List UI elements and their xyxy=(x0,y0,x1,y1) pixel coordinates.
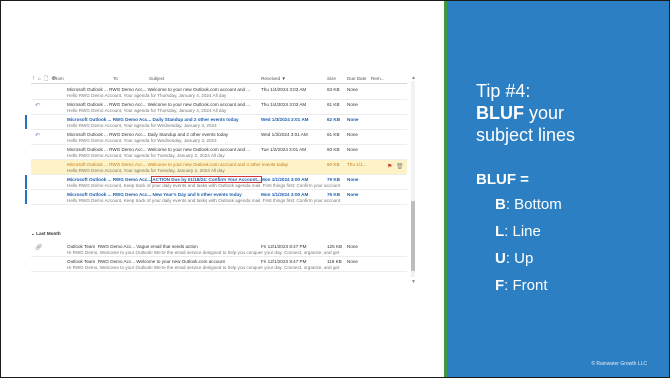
row-preview: Hello RWG Demo Account, Your agenda for … xyxy=(67,168,225,173)
row-received: Wed 1/3/2024 3:01 AM xyxy=(261,132,308,137)
row-due: None xyxy=(347,192,359,197)
scrollbar-thumb[interactable] xyxy=(411,201,415,271)
row-received: Wed 1/3/2024 3:01 AM xyxy=(261,117,309,122)
row-due: None xyxy=(347,117,359,122)
row-sender-subject: Microsoft Outlook ... RWG Demo Acc... We… xyxy=(67,87,251,92)
bluf-item-l: L: Line xyxy=(495,223,541,240)
vertical-scrollbar[interactable]: ▲ ▼ xyxy=(411,75,416,285)
row-received: Fri 12/1/2023 8:47 PM xyxy=(261,259,307,264)
action-subject-highlight: ACTION Due by 01/18/24: Confirm Your Acc… xyxy=(151,176,262,183)
bluf-heading: BLUF = xyxy=(476,171,529,188)
col-to[interactable]: To xyxy=(113,76,118,81)
col-size[interactable]: Size xyxy=(327,76,336,81)
row-size: 119 KB xyxy=(327,259,342,264)
row-due: None xyxy=(347,259,358,264)
row-due: None xyxy=(347,132,358,137)
scroll-down-icon[interactable]: ▼ xyxy=(411,279,416,285)
tip-line-2: BLUF your xyxy=(476,103,565,123)
delete-icon[interactable]: 🗑 xyxy=(396,163,404,170)
scroll-up-icon[interactable]: ▲ xyxy=(411,75,416,81)
reply-icon: ↶ xyxy=(35,103,41,109)
bluf-item-b: B: Bottom xyxy=(495,196,562,213)
row-size: 79 KB xyxy=(327,177,341,182)
row-received: Thu 1/4/2024 3:03 AM xyxy=(261,102,307,107)
group-header-last-month[interactable]: ⌄ Last Month xyxy=(31,231,407,239)
row-preview: Hi RWG Demo, Welcome to your Outlook! We… xyxy=(67,265,340,270)
message-list: ! ⌂ 🗋 ◎ From To Subject Received ▼ Size … xyxy=(25,75,416,285)
row-size: 62 KB xyxy=(327,117,341,122)
row-received: Mon 1/1/2024 3:00 AM xyxy=(261,177,309,182)
row-received: Fri 12/1/2023 8:47 PM xyxy=(261,244,307,249)
row-sender-subject: Microsoft Outlook ... RWG Demo Acc... Ne… xyxy=(67,192,242,197)
unread-marker xyxy=(25,190,27,204)
tip-title: Tip #4: BLUF your subject lines xyxy=(476,80,575,146)
row-sender-subject: Outlook Team RWG Demo Acc... Welcome to … xyxy=(67,259,225,264)
table-row[interactable]: Microsoft Outlook ... RWG Demo Acc... Da… xyxy=(25,115,407,130)
row-preview: Hello RWG Demo Account, Your agenda for … xyxy=(67,153,225,158)
unread-marker xyxy=(25,115,27,129)
row-sender-subject: Microsoft Outlook ... RWG Demo Acc... We… xyxy=(67,147,251,152)
table-row[interactable]: Microsoft Outlook ... RWG Demo Acc... We… xyxy=(31,145,407,160)
table-row[interactable]: ↶ Microsoft Outlook ... RWG Demo Acc... … xyxy=(31,100,407,115)
row-preview: Hi RWG Demo, Welcome to your Outlook! We… xyxy=(67,250,340,255)
bluf-item-f: F: Front xyxy=(495,277,548,294)
row-preview: Hello RWG Demo Account, Keep track of yo… xyxy=(67,198,341,203)
col-due-date[interactable]: Due Date xyxy=(347,76,366,81)
row-preview: Hello RWG Demo Account, Your agenda for … xyxy=(67,138,217,143)
row-sender-subject: Outlook Team RWG Demo Acc... Vague email… xyxy=(67,244,198,249)
col-from[interactable]: From xyxy=(53,76,64,81)
row-received: Tue 1/2/2024 3:01 AM xyxy=(261,147,307,152)
outlook-screenshot-panel: ! ⌂ 🗋 ◎ From To Subject Received ▼ Size … xyxy=(1,1,444,377)
tip-line-3: subject lines xyxy=(476,125,576,145)
row-received: Thu 1/4/2024 3:03 AM xyxy=(261,87,307,92)
row-due: None xyxy=(347,87,358,92)
row-sender-subject: Microsoft Outlook ... RWG Demo Acc... Da… xyxy=(67,132,229,137)
row-due: None xyxy=(347,244,358,249)
tip-panel: Tip #4: BLUF your subject lines BLUF = B… xyxy=(447,1,669,377)
row-size: 125 KB xyxy=(327,244,343,249)
reply-icon: ↶ xyxy=(35,133,41,139)
unread-marker xyxy=(25,175,27,189)
row-sender-subject: Microsoft Outlook ... RWG Demo Acc... Da… xyxy=(67,117,239,122)
row-due: None xyxy=(347,177,359,182)
row-size: 61 KB xyxy=(327,102,340,107)
row-size: 61 KB xyxy=(327,132,340,137)
row-preview: Hello RWG Demo Account, Your agenda for … xyxy=(67,108,227,113)
row-due: None xyxy=(347,147,358,152)
row-size: 60 KB xyxy=(327,147,340,152)
flag-icon[interactable]: ⚑ xyxy=(387,163,392,170)
col-reminder[interactable]: Rem... xyxy=(371,76,385,81)
row-sender-subject: Microsoft Outlook ... RWG Demo Acc... We… xyxy=(67,162,288,167)
row-preview: Hello RWG Demo Account, Keep track of yo… xyxy=(67,183,341,188)
table-row[interactable]: Microsoft Outlook ... RWG Demo Acc... We… xyxy=(31,85,407,100)
column-header: ! ⌂ 🗋 ◎ From To Subject Received ▼ Size … xyxy=(31,75,407,84)
col-subject[interactable]: Subject xyxy=(149,76,164,81)
table-row[interactable]: ↶ Microsoft Outlook ... RWG Demo Acc... … xyxy=(31,130,407,145)
row-sender-subject: Microsoft Outlook ... RWG Demo Acc... AC… xyxy=(67,176,262,183)
row-size: 63 KB xyxy=(327,87,340,92)
row-due: None xyxy=(347,102,358,107)
row-sender-subject: Microsoft Outlook ... RWG Demo Acc... We… xyxy=(67,102,251,107)
col-received[interactable]: Received ▼ xyxy=(261,76,286,81)
row-preview: Hello RWG Demo Account, Your agenda for … xyxy=(67,123,217,128)
table-row[interactable]: 🔗︎ Outlook Team RWG Demo Acc... Vague em… xyxy=(31,242,407,257)
row-size: 60 KB xyxy=(327,162,340,167)
row-preview: Hello RWG Demo Account, Your agenda for … xyxy=(67,93,227,98)
row-received: Mon 1/1/2024 3:00 AM xyxy=(261,192,309,197)
table-row[interactable]: Microsoft Outlook ... RWG Demo Acc... Ne… xyxy=(25,190,407,205)
table-row[interactable]: Microsoft Outlook ... RWG Demo Acc... AC… xyxy=(25,175,407,190)
tip-number: Tip #4: xyxy=(476,81,531,101)
row-size: 76 KB xyxy=(327,192,341,197)
table-row[interactable]: Outlook Team RWG Demo Acc... Welcome to … xyxy=(31,257,407,272)
copyright: © Rainwater Growth LLC xyxy=(591,361,647,367)
row-due: Thu 1/1... xyxy=(347,162,367,167)
bluf-item-u: U: Up xyxy=(495,250,534,267)
table-row-selected[interactable]: Microsoft Outlook ... RWG Demo Acc... We… xyxy=(31,160,407,175)
attachment-icon: 🔗︎ xyxy=(35,245,43,251)
